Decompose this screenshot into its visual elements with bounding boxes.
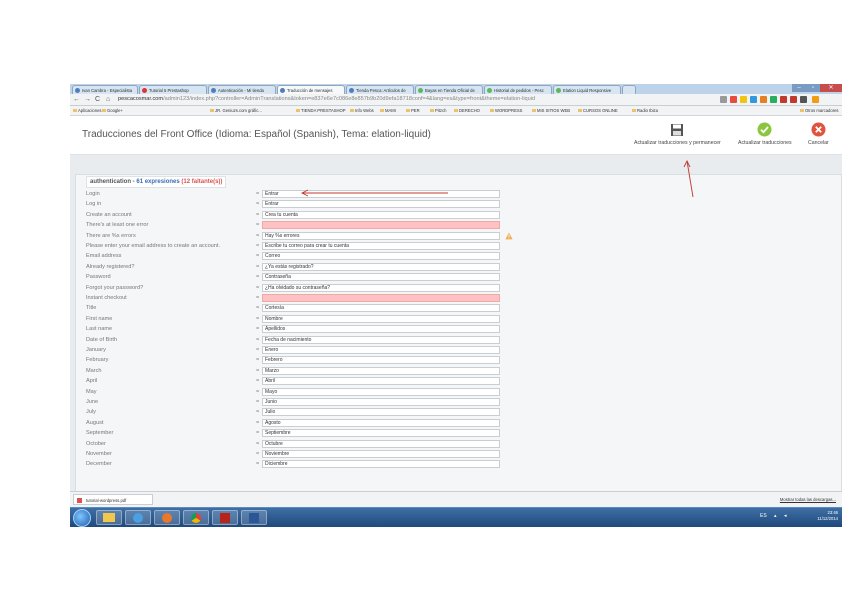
word-app-icon[interactable] xyxy=(241,510,267,525)
chrome-app-icon[interactable] xyxy=(183,510,209,525)
pdf-icon xyxy=(77,498,82,503)
language-indicator[interactable]: ES xyxy=(760,513,767,519)
annotation-arrow xyxy=(300,189,448,197)
download-item[interactable]: tutorial-wordpress.pdf xyxy=(73,494,153,505)
volume-icon[interactable]: ◂ xyxy=(784,513,787,519)
taskbar: ES ▴ ◂ 23:46 11/12/2014 xyxy=(70,507,842,527)
start-button[interactable] xyxy=(73,509,91,527)
firefox-app-icon[interactable] xyxy=(154,510,180,525)
clock-date: 11/12/2014 xyxy=(817,516,838,521)
show-all-downloads-link[interactable]: Mostrar todas las descargas... xyxy=(780,494,836,505)
clock[interactable]: 23:46 11/12/2014 xyxy=(817,510,838,522)
media-player-app-icon[interactable] xyxy=(125,510,151,525)
browser-window: Ivan Cambra - Especialista Tutorial 5 Pr… xyxy=(70,84,842,527)
annotation-arrows xyxy=(300,159,694,198)
download-filename: tutorial-wordpress.pdf xyxy=(86,498,127,503)
network-icon[interactable]: ▴ xyxy=(774,513,777,519)
download-shelf: tutorial-wordpress.pdf Mostrar todas las… xyxy=(70,491,842,507)
filezilla-app-icon[interactable] xyxy=(212,510,238,525)
annotation-arrow xyxy=(683,159,694,198)
explorer-app-icon[interactable] xyxy=(96,510,122,525)
